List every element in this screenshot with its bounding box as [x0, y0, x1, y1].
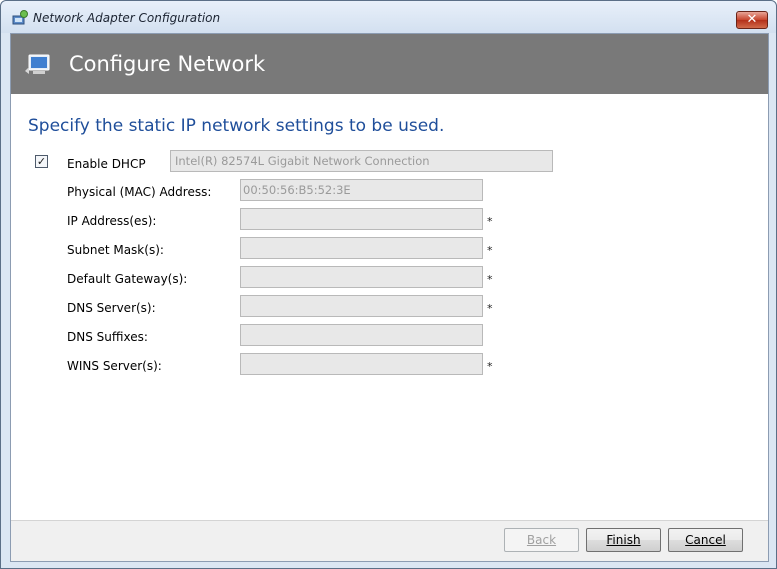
dns-server-field[interactable] [240, 295, 483, 317]
back-button[interactable]: Back [504, 528, 579, 552]
window-title: Network Adapter Configuration [33, 11, 221, 25]
dns-suffixes-field[interactable] [240, 324, 483, 346]
dialog-content: Configure Network Specify the static IP … [10, 33, 769, 562]
page-title: Configure Network [69, 52, 266, 76]
dns-server-label: DNS Server(s): [67, 301, 156, 315]
mac-address-field: 00:50:56:B5:52:3E [240, 179, 483, 201]
wins-server-label: WINS Server(s): [67, 359, 162, 373]
default-gateway-field[interactable] [240, 266, 483, 288]
default-gateway-label: Default Gateway(s): [67, 272, 188, 286]
network-adapter-icon [12, 10, 28, 25]
enable-dhcp-checkbox[interactable]: ✓ [35, 155, 48, 168]
dns-suffixes-label: DNS Suffixes: [67, 330, 148, 344]
adapter-name-field: Intel(R) 82574L Gigabit Network Connecti… [170, 150, 553, 172]
dialog-window: Network Adapter Configuration ✕ Configur… [0, 0, 777, 569]
header-band: Configure Network [11, 34, 768, 94]
title-bar[interactable]: Network Adapter Configuration ✕ [1, 1, 776, 33]
ip-address-label: IP Address(es): [67, 214, 157, 228]
required-marker: * [487, 244, 493, 257]
network-monitor-icon [25, 54, 50, 74]
required-marker: * [487, 360, 493, 373]
required-marker: * [487, 302, 493, 315]
finish-button[interactable]: Finish [586, 528, 661, 552]
instructions-heading: Specify the static IP network settings t… [28, 116, 445, 136]
required-marker: * [487, 215, 493, 228]
mac-address-label: Physical (MAC) Address: [67, 185, 212, 199]
subnet-mask-label: Subnet Mask(s): [67, 243, 164, 257]
ip-address-field[interactable] [240, 208, 483, 230]
wins-server-field[interactable] [240, 353, 483, 375]
close-button[interactable]: ✕ [736, 11, 768, 29]
required-marker: * [487, 273, 493, 286]
enable-dhcp-label[interactable]: Enable DHCP [67, 157, 146, 171]
subnet-mask-field[interactable] [240, 237, 483, 259]
cancel-button[interactable]: Cancel [668, 528, 743, 552]
